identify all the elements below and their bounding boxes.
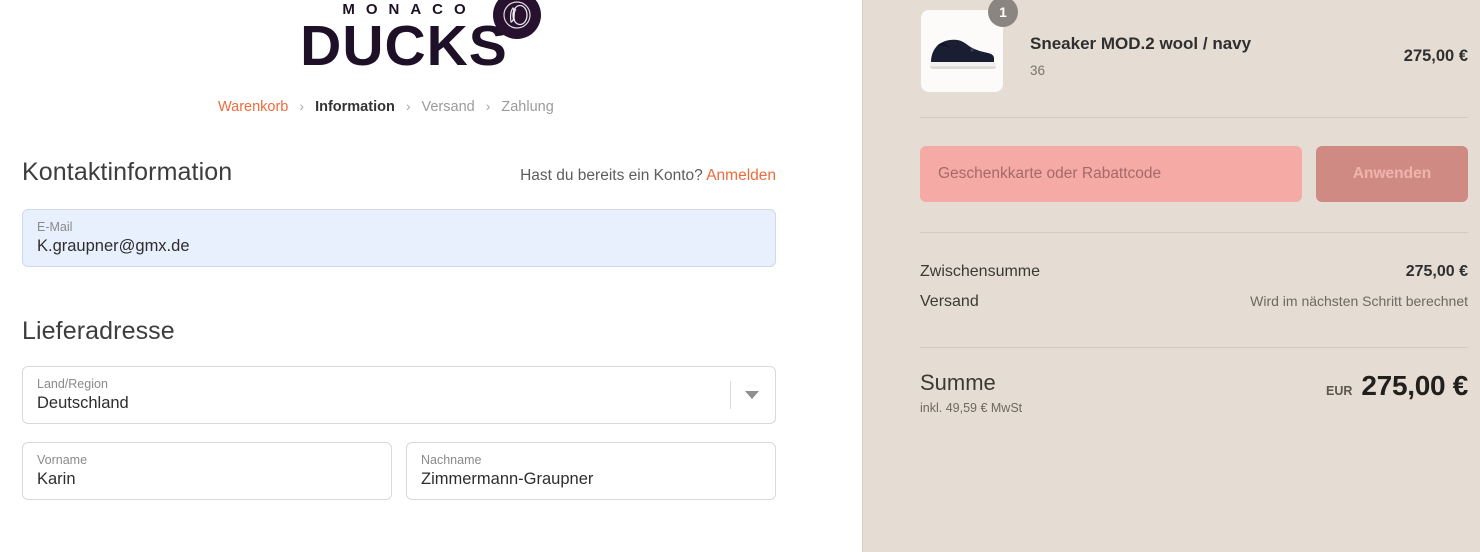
country-select[interactable]: Land/Region Deutschland: [22, 366, 776, 424]
grand-total-amount-wrap: EUR 275,00 €: [1326, 370, 1468, 402]
breadcrumb: Warenkorb › Information › Versand › Zahl…: [22, 92, 776, 122]
name-fields-row: Vorname Karin Nachname Zimmermann-Graupn…: [22, 442, 776, 500]
order-summary-panel: 1 Sneaker MOD.2 wool / navy 36 275,00 € …: [862, 0, 1480, 552]
apply-discount-button[interactable]: Anwenden: [1316, 146, 1468, 202]
breadcrumb-item-warenkorb[interactable]: Warenkorb: [218, 99, 288, 115]
checkout-page: MONACO DUCKS Warenkorb › Information › V…: [0, 0, 1480, 552]
totals-section: Zwischensumme 275,00 € Versand Wird im n…: [920, 233, 1468, 317]
shipping-section-header: Lieferadresse: [22, 267, 776, 346]
account-question-text: Hast du bereits ein Konto?: [520, 167, 703, 184]
tax-note: inkl. 49,59 € MwSt: [920, 401, 1023, 416]
email-field[interactable]: E-Mail K.graupner@gmx.de: [22, 209, 776, 267]
contact-section-header: Kontaktinformation Hast du bereits ein K…: [22, 122, 776, 187]
subtotal-value: 275,00 €: [1405, 263, 1468, 280]
country-select-value: Deutschland: [37, 394, 129, 413]
country-select-label: Land/Region: [37, 377, 108, 391]
existing-account-note: Hast du bereits ein Konto? Anmelden: [520, 167, 776, 185]
shipping-label: Versand: [920, 293, 979, 310]
grand-total-amount: 275,00 €: [1361, 370, 1468, 401]
subtotal-label: Zwischensumme: [920, 263, 1041, 280]
first-name-value: Karin: [37, 470, 76, 489]
shipping-value: Wird im nächsten Schritt berechnet: [1250, 293, 1468, 309]
grand-total-labels: Summe inkl. 49,59 € MwSt: [920, 370, 1022, 415]
chevron-right-icon: ›: [485, 98, 491, 114]
first-name-label: Vorname: [37, 453, 88, 467]
breadcrumb-item-zahlung[interactable]: Zahlung: [501, 99, 553, 115]
product-price: 275,00 €: [1403, 47, 1468, 65]
product-title: Sneaker MOD.2 wool / navy: [1030, 34, 1252, 53]
shipping-section-title: Lieferadresse: [22, 317, 175, 345]
breadcrumb-item-information[interactable]: Information: [315, 99, 395, 115]
shipping-row: Versand Wird im nächsten Schritt berechn…: [920, 287, 1468, 317]
contact-section-title: Kontaktinformation: [22, 158, 233, 186]
email-field-label: E-Mail: [37, 220, 73, 234]
product-info: Sneaker MOD.2 wool / navy 36: [1004, 9, 1404, 78]
last-name-value: Zimmermann-Graupner: [421, 470, 594, 489]
select-divider: [729, 381, 731, 409]
discount-code-row: Geschenkkarte oder Rabattcode Anwenden: [920, 118, 1468, 202]
store-logo[interactable]: MONACO DUCKS: [22, 0, 776, 92]
chevron-right-icon: ›: [299, 98, 305, 114]
last-name-field[interactable]: Nachname Zimmermann-Graupner: [406, 442, 776, 500]
breadcrumb-item-versand[interactable]: Versand: [421, 99, 474, 115]
order-line-item: 1 Sneaker MOD.2 wool / navy 36 275,00 €: [920, 0, 1468, 100]
grand-total-label: Summe: [920, 370, 996, 395]
discount-code-placeholder: Geschenkkarte oder Rabattcode: [938, 165, 1162, 182]
product-thumbnail-wrap: 1: [920, 0, 1018, 93]
currency-code: EUR: [1326, 384, 1353, 398]
grand-total-row: Summe inkl. 49,59 € MwSt EUR 275,00 €: [920, 348, 1468, 415]
checkout-form-column: MONACO DUCKS Warenkorb › Information › V…: [0, 0, 862, 552]
first-name-field[interactable]: Vorname Karin: [22, 442, 392, 500]
product-variant: 36: [1030, 63, 1046, 79]
logo-main-text: DUCKS: [300, 14, 508, 78]
subtotal-row: Zwischensumme 275,00 €: [920, 257, 1468, 287]
chevron-down-icon[interactable]: [744, 391, 759, 399]
email-field-value: K.graupner@gmx.de: [37, 237, 190, 256]
login-link[interactable]: Anmelden: [706, 167, 776, 184]
discount-code-input[interactable]: Geschenkkarte oder Rabattcode: [920, 146, 1302, 202]
last-name-label: Nachname: [421, 453, 482, 467]
chevron-right-icon: ›: [405, 98, 411, 114]
country-select-caret-area[interactable]: [713, 367, 775, 423]
